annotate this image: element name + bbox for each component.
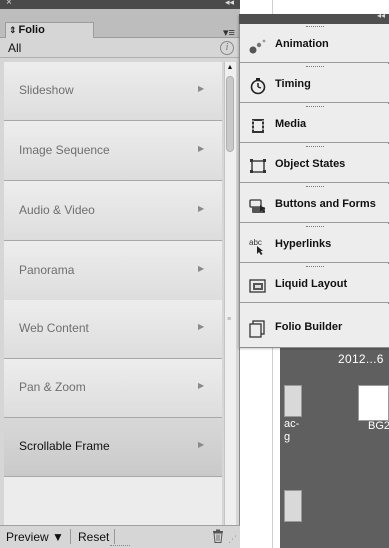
animation-icon bbox=[249, 39, 266, 54]
tool-item-label: Folio Builder bbox=[275, 321, 343, 333]
tool-item-label: Hyperlinks bbox=[275, 238, 332, 250]
tool-item-label: Media bbox=[275, 118, 307, 130]
chevron-right-icon: ▶ bbox=[198, 381, 205, 390]
hyperlinks-icon: abc bbox=[249, 238, 263, 255]
list-item-web-content[interactable]: Web Content ▶ bbox=[4, 300, 222, 359]
list-item-label: Pan & Zoom bbox=[19, 380, 86, 394]
list-item-slideshow[interactable]: Slideshow ▶ bbox=[4, 62, 222, 121]
tool-item-label: Timing bbox=[275, 78, 311, 90]
tool-item-label: Buttons and Forms bbox=[275, 198, 376, 210]
collapse-icon[interactable]: ◂◂ bbox=[377, 11, 385, 20]
list-item-label: Web Content bbox=[19, 321, 89, 335]
scroll-up-arrow-icon[interactable]: ▲ bbox=[224, 62, 236, 74]
list-item-pan-zoom[interactable]: Pan & Zoom ▶ bbox=[4, 359, 222, 418]
buttons-forms-icon bbox=[249, 199, 266, 213]
overlay-list: Slideshow ▶ Image Sequence ▶ Audio & Vid… bbox=[4, 62, 222, 536]
list-item-panorama[interactable]: Panorama ▶ bbox=[4, 242, 222, 301]
list-item-label: Panorama bbox=[19, 263, 75, 277]
chevron-right-icon: ▶ bbox=[198, 264, 205, 273]
list-item-label: Scrollable Frame bbox=[19, 439, 110, 453]
scroll-thumb[interactable] bbox=[226, 76, 234, 152]
trash-icon[interactable] bbox=[212, 529, 224, 543]
grip-handle bbox=[306, 66, 324, 68]
grip-handle bbox=[306, 106, 324, 108]
document-label: 2012...6 bbox=[338, 352, 384, 366]
tab-sort-icon: ⇕ bbox=[9, 25, 17, 35]
tool-item-timing[interactable]: Timing bbox=[240, 64, 389, 103]
chevron-right-icon: ▶ bbox=[198, 440, 205, 449]
chevron-right-icon: ▶ bbox=[198, 322, 205, 331]
tool-item-media[interactable]: Media bbox=[240, 104, 389, 143]
chevron-right-icon: ▶ bbox=[198, 204, 205, 213]
grip-handle bbox=[306, 146, 324, 148]
tool-panel-title-bar[interactable]: ◂◂ bbox=[239, 11, 389, 24]
tool-item-buttons-forms[interactable]: Buttons and Forms bbox=[240, 184, 389, 223]
tool-item-hyperlinks[interactable]: abc Hyperlinks bbox=[240, 224, 389, 263]
panel-tab-bar: ⇕Folio Overlays ▾≡ bbox=[0, 9, 240, 51]
grip-handle bbox=[306, 266, 324, 268]
filter-bar: All i bbox=[0, 38, 240, 58]
page-thumbnail[interactable] bbox=[284, 385, 302, 417]
filter-label[interactable]: All bbox=[8, 41, 21, 55]
tool-item-liquid-layout[interactable]: Liquid Layout bbox=[240, 264, 389, 303]
page-thumbnail[interactable] bbox=[358, 385, 389, 421]
separator bbox=[114, 529, 115, 544]
info-icon[interactable]: i bbox=[220, 41, 234, 55]
tool-item-object-states[interactable]: Object States bbox=[240, 144, 389, 183]
svg-text:abc: abc bbox=[249, 238, 262, 247]
separator bbox=[70, 529, 71, 544]
grip-handle bbox=[306, 226, 324, 228]
timing-icon bbox=[250, 78, 266, 95]
reset-button[interactable]: Reset bbox=[78, 530, 109, 544]
list-item-scrollable-frame[interactable]: Scrollable Frame ▶ bbox=[4, 418, 222, 477]
tool-item-label: Animation bbox=[275, 38, 329, 50]
document-canvas bbox=[280, 340, 389, 548]
folio-builder-icon bbox=[249, 320, 265, 338]
tool-item-label: Liquid Layout bbox=[275, 278, 348, 290]
panel-bottom-bar: Preview ▼ Reset ⋰ bbox=[0, 525, 240, 548]
list-item-audio-video[interactable]: Audio & Video ▶ bbox=[4, 182, 222, 241]
document-label: ac- g bbox=[284, 418, 300, 443]
list-item-label: Audio & Video bbox=[19, 203, 95, 217]
panel-title-bar[interactable]: × ◂◂ bbox=[0, 0, 240, 9]
list-item-image-sequence[interactable]: Image Sequence ▶ bbox=[4, 122, 222, 181]
resize-grip-icon[interactable]: ⋰ bbox=[228, 534, 237, 545]
chevron-right-icon: ▶ bbox=[198, 84, 205, 93]
preview-button[interactable]: Preview ▼ bbox=[6, 530, 64, 544]
liquid-layout-icon bbox=[249, 279, 266, 293]
collapse-icon[interactable]: ◂◂ bbox=[225, 0, 234, 8]
tool-item-label: Object States bbox=[275, 158, 346, 170]
media-icon bbox=[252, 119, 264, 133]
tab-folio-overlays[interactable]: ⇕Folio Overlays bbox=[5, 22, 94, 51]
document-label: BG2 bbox=[368, 420, 389, 432]
scroll-grip-icon: ≡ bbox=[227, 316, 232, 323]
tool-item-folio-builder[interactable]: Folio Builder bbox=[240, 304, 389, 347]
grip-handle bbox=[306, 26, 324, 28]
page-thumbnail[interactable] bbox=[284, 490, 302, 522]
list-item-label: Image Sequence bbox=[19, 143, 110, 157]
grip-handle bbox=[306, 186, 324, 188]
tool-item-animation[interactable]: Animation bbox=[240, 24, 389, 63]
chevron-right-icon: ▶ bbox=[198, 144, 205, 153]
list-item-label: Slideshow bbox=[19, 83, 74, 97]
panel-resize-handle[interactable] bbox=[110, 545, 130, 547]
object-states-icon bbox=[250, 159, 266, 173]
close-icon[interactable]: × bbox=[6, 0, 12, 8]
